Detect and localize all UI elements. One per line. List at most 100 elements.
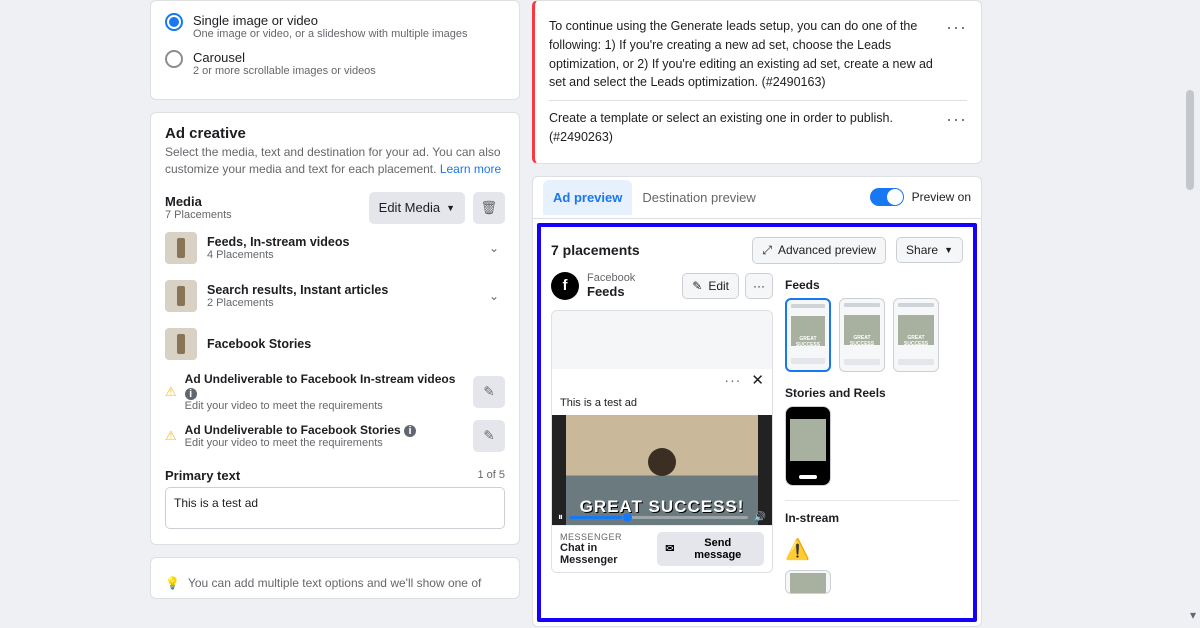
warn-stories-title: Ad Undeliverable to Facebook Stories	[185, 423, 401, 437]
placement-thumb	[165, 280, 197, 312]
caret-down-icon: ▼	[944, 245, 953, 255]
post-more-icon[interactable]: ···	[724, 372, 741, 388]
placement-feeds[interactable]: Feeds, In-stream videos 4 Placements ⌄	[165, 224, 505, 272]
alert-text-1: To continue using the Generate leads set…	[549, 17, 936, 92]
warning-icon: ⚠	[165, 428, 177, 444]
edit-preview-button[interactable]: ✎ Edit	[682, 273, 739, 299]
send-message-button[interactable]: ✉ Send message	[657, 532, 764, 566]
ad-creative-desc: Select the media, text and destination f…	[165, 144, 505, 178]
placement-thumb	[165, 232, 197, 264]
share-button[interactable]: Share ▼	[896, 237, 963, 263]
chevron-down-icon[interactable]: ⌄	[483, 235, 505, 261]
alert-menu-2[interactable]: ···	[946, 109, 967, 147]
media-sub: 7 Placements	[165, 209, 232, 221]
volume-icon[interactable]: 🔊	[754, 512, 766, 523]
send-message-label: Send message	[679, 537, 756, 561]
media-label: Media	[165, 194, 232, 209]
placement-stories-title: Facebook Stories	[207, 337, 311, 351]
post-header-gap	[552, 311, 772, 369]
placements-title: 7 placements	[551, 242, 640, 258]
edit-warn-stories-button[interactable]: ✎	[473, 420, 505, 452]
feeds-thumb-1[interactable]: GREAT SUCCESS	[785, 298, 831, 372]
preview-toggle[interactable]	[870, 188, 904, 206]
multi-text-hint-card: 💡 You can add multiple text options and …	[150, 557, 520, 599]
format-single-title: Single image or video	[193, 13, 468, 28]
page-scrollbar[interactable]	[1186, 90, 1194, 190]
group-instream-label: In-stream	[785, 511, 959, 525]
format-carousel-title: Carousel	[193, 50, 376, 65]
preview-thumbnails[interactable]: Feeds GREAT SUCCESS GREAT SUCCESS GREAT …	[785, 272, 963, 608]
post-primary-text: This is a test ad	[552, 391, 772, 415]
edit-media-button[interactable]: Edit Media ▼	[369, 192, 465, 224]
format-single[interactable]: Single image or video One image or video…	[165, 13, 505, 40]
expand-icon: ⤢	[762, 243, 772, 258]
video-controls[interactable]: ⏸ 🔊	[558, 512, 766, 523]
divider	[549, 100, 967, 101]
placement-thumb	[165, 328, 197, 360]
pencil-icon: ✎	[692, 279, 702, 293]
preview-more-button[interactable]: ···	[745, 273, 773, 299]
tab-destination-preview[interactable]: Destination preview	[632, 180, 765, 215]
primary-text-count: 1 of 5	[477, 469, 505, 481]
format-carousel-sub: 2 or more scrollable images or videos	[193, 65, 376, 77]
pause-icon[interactable]: ⏸	[558, 512, 563, 523]
warn-stories-sub: Edit your video to meet the requirements	[185, 437, 465, 449]
advanced-preview-button[interactable]: ⤢ Advanced preview	[752, 237, 886, 264]
preview-card: Ad preview Destination preview Preview o…	[532, 176, 982, 627]
instream-thumb-1[interactable]	[785, 570, 831, 594]
group-feeds-label: Feeds	[785, 278, 959, 292]
edit-warn-instream-button[interactable]: ✎	[473, 376, 505, 408]
edit-preview-label: Edit	[708, 279, 729, 293]
warn-instream: ⚠ Ad Undeliverable to Facebook In-stream…	[165, 368, 505, 416]
group-stories-label: Stories and Reels	[785, 386, 959, 400]
warn-instream-sub: Edit your video to meet the requirements	[185, 400, 465, 412]
info-icon[interactable]: i	[404, 425, 416, 437]
feeds-thumb-3[interactable]: GREAT SUCCESS	[893, 298, 939, 372]
messenger-icon: ✉	[665, 542, 674, 555]
scroll-down-icon[interactable]: ▾	[1190, 608, 1196, 622]
edit-media-label: Edit Media	[379, 200, 440, 215]
placement-feeds-sub: 4 Placements	[207, 249, 349, 261]
feeds-thumb-2[interactable]: GREAT SUCCESS	[839, 298, 885, 372]
ad-creative-title: Ad creative	[165, 125, 505, 142]
alert-text-2: Create a template or select an existing …	[549, 109, 936, 147]
close-icon[interactable]: ✕	[751, 371, 764, 389]
tab-ad-preview[interactable]: Ad preview	[543, 180, 632, 215]
learn-more-link[interactable]: Learn more	[440, 162, 501, 176]
divider	[785, 500, 959, 501]
placement-search-sub: 2 Placements	[207, 297, 388, 309]
cta-title: Chat in Messenger	[560, 542, 657, 566]
alert-menu-1[interactable]: ···	[946, 17, 967, 92]
share-label: Share	[906, 243, 938, 257]
placement-stories[interactable]: Facebook Stories	[165, 320, 505, 368]
placement-feeds-title: Feeds, In-stream videos	[207, 235, 349, 249]
primary-text-input[interactable]	[165, 487, 505, 529]
stories-thumb-1[interactable]	[785, 406, 831, 486]
highlighted-preview-area: 7 placements ⤢ Advanced preview Share ▼	[537, 223, 977, 622]
radio-checked-icon	[165, 13, 183, 31]
advanced-preview-label: Advanced preview	[778, 243, 876, 257]
primary-text-label: Primary text	[165, 468, 240, 483]
pencil-icon: ✎	[483, 428, 494, 444]
cta-subtitle: MESSENGER	[560, 532, 657, 542]
info-icon[interactable]: i	[185, 388, 197, 400]
placement-search[interactable]: Search results, Instant articles 2 Place…	[165, 272, 505, 320]
lightbulb-icon: 💡	[165, 576, 180, 590]
more-icon: ···	[753, 279, 765, 293]
fb-platform-label: Facebook	[587, 272, 635, 284]
warn-instream-title: Ad Undeliverable to Facebook In-stream v…	[185, 372, 456, 386]
placement-search-title: Search results, Instant articles	[207, 283, 388, 297]
chevron-down-icon[interactable]: ⌄	[483, 283, 505, 309]
format-carousel[interactable]: Carousel 2 or more scrollable images or …	[165, 50, 505, 77]
trash-icon: 🗑	[481, 200, 498, 216]
fb-placement-label: Feeds	[587, 284, 635, 299]
error-alert-card: To continue using the Generate leads set…	[532, 0, 982, 164]
facebook-icon: f	[551, 272, 579, 300]
warning-icon: ⚠️	[785, 531, 810, 568]
multi-text-hint: You can add multiple text options and we…	[188, 576, 481, 590]
format-single-sub: One image or video, or a slideshow with …	[193, 28, 468, 40]
caret-down-icon: ▼	[446, 203, 455, 213]
preview-toggle-label: Preview on	[912, 190, 971, 204]
video-preview[interactable]: GREAT SUCCESS! ⏸ 🔊	[552, 415, 772, 525]
delete-media-button[interactable]: 🗑	[473, 192, 505, 224]
